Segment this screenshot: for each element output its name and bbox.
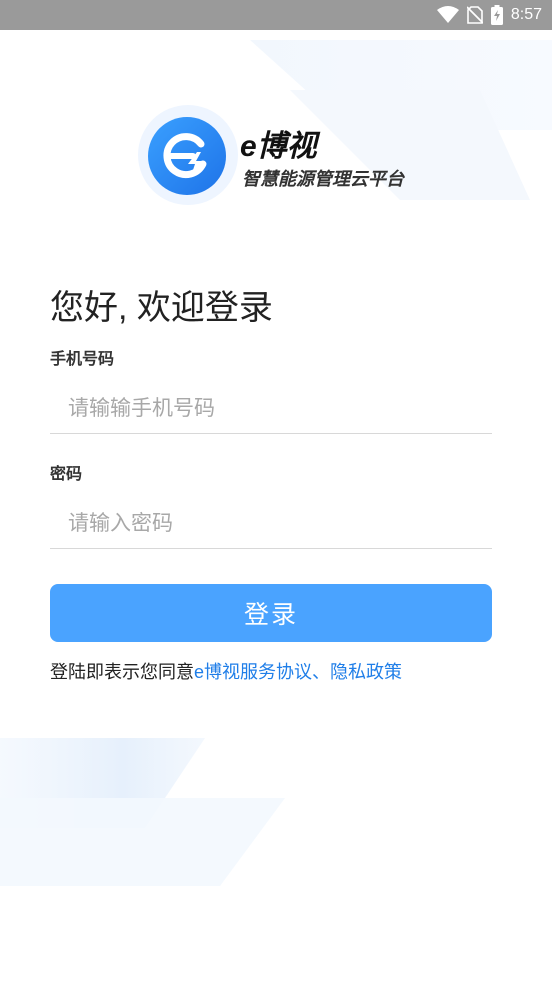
status-bar: 8:57 — [0, 0, 552, 30]
lightning-e-logo-icon — [148, 117, 226, 195]
battery-charging-icon — [490, 5, 503, 25]
privacy-policy-link[interactable]: 隐私政策 — [330, 662, 402, 682]
page-title: 您好, 欢迎登录 — [50, 289, 273, 327]
login-button[interactable]: 登录 — [50, 584, 492, 642]
no-sim-icon — [466, 6, 483, 24]
brand-logo: e博视 智慧能源管理云平台 — [138, 105, 428, 205]
status-time: 8:57 — [510, 6, 542, 23]
agreement-prefix: 登陆即表示您同意 — [50, 662, 194, 682]
agreement-separator: 、 — [312, 662, 331, 682]
phone-label: 手机号码 — [50, 351, 115, 368]
password-label: 密码 — [50, 466, 83, 483]
background-decoration-bottom — [0, 738, 285, 886]
phone-input[interactable] — [50, 384, 492, 434]
agreement-text: 登陆即表示您同意e博视服务协议、隐私政策 — [50, 658, 402, 684]
brand-title: e博视 — [240, 130, 317, 163]
password-input[interactable] — [50, 499, 492, 549]
brand-subtitle: 智慧能源管理云平台 — [242, 169, 404, 189]
wifi-icon — [436, 6, 459, 24]
service-agreement-link[interactable]: e博视服务协议 — [194, 662, 312, 682]
